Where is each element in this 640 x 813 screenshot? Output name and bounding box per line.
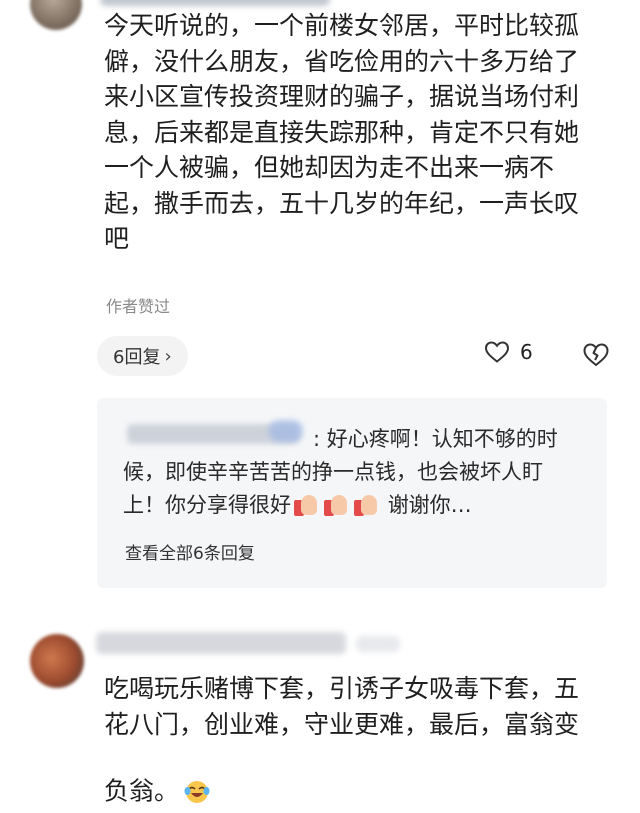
reply-preview[interactable]: : 好心疼啊！认知不够的时候，即使辛辛苦苦的挣一点钱，也会被坏人盯上！你分享得很… xyxy=(97,398,607,588)
user-tag xyxy=(356,636,400,652)
like-count: 6 xyxy=(520,340,533,364)
crying-laughing-emoji-icon xyxy=(183,742,211,803)
fist-hand-emoji-icon xyxy=(354,494,378,516)
chevron-right-icon: › xyxy=(164,345,172,367)
comment-text: 吃喝玩乐赌博下套，引诱子女吸毒下套，五 花八门，创业难，守业更难，最后，富翁变 … xyxy=(104,674,580,806)
fist-hand-emoji-icon xyxy=(294,494,318,516)
username[interactable] xyxy=(96,632,346,654)
expand-replies-button[interactable]: 6回复 › xyxy=(97,336,188,376)
dislike-button[interactable] xyxy=(582,342,610,372)
heart-outline-icon xyxy=(484,341,510,363)
reply-count-label: 6回复 xyxy=(113,347,161,368)
avatar[interactable] xyxy=(30,634,84,688)
comment-text: 今天听说的，一个前楼女邻居，平时比较孤 僻，没什么朋友，省吃俭用的六十多万给了 … xyxy=(104,11,580,253)
author-liked-label: 作者赞过 xyxy=(106,297,171,316)
view-all-replies-link[interactable]: 查看全部6条回复 xyxy=(125,539,255,564)
username[interactable] xyxy=(100,0,330,6)
reply-text: : 好心疼啊！认知不够的时候，即使辛辛苦苦的挣一点钱，也会被坏人盯上！你分享得很… xyxy=(123,427,558,517)
avatar[interactable] xyxy=(30,0,82,30)
like-button[interactable]: 6 xyxy=(484,340,533,364)
fist-hand-emoji-icon xyxy=(324,494,348,516)
broken-heart-outline-icon xyxy=(583,343,609,367)
